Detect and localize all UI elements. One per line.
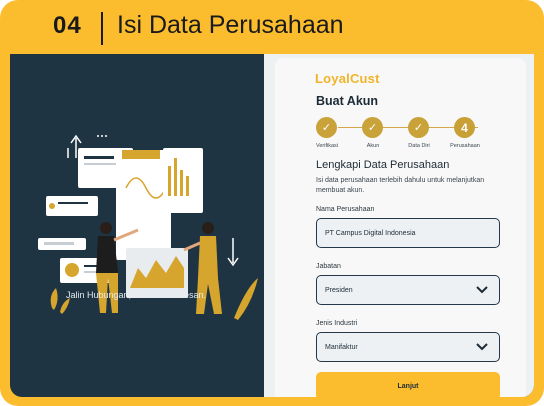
step-perusahaan-label: Perusahaan xyxy=(450,143,480,149)
industry-value: Manifaktur xyxy=(325,343,358,351)
header-divider xyxy=(101,12,103,45)
section-title: Lengkapi Data Perusahaan xyxy=(316,159,450,171)
step-akun-label: Akun xyxy=(366,143,380,149)
tagline: Jalin Hubungan, Raih Kesuksesan. xyxy=(65,290,207,300)
chevron-down-icon xyxy=(476,343,488,351)
industry-select[interactable]: Manifaktur xyxy=(316,332,500,362)
company-name-label: Nama Perusahaan xyxy=(316,206,375,213)
app-window: Jalin Hubungan, Raih Kesuksesan. LoyalCu… xyxy=(10,54,534,397)
section-description: Isi data perusahaan terlebih dahulu untu… xyxy=(316,177,485,194)
signup-stepper: ✓ Verifikasi ✓ Akun ✓ Data Diri 4 Perusa… xyxy=(316,117,506,153)
step-number: 04 xyxy=(53,12,82,39)
company-name-value: PT Campus Digital Indonesia xyxy=(325,229,416,237)
card-title: Buat Akun xyxy=(316,94,379,108)
signup-card: LoyalCust Buat Akun ✓ Verifikasi ✓ Akun … xyxy=(275,58,526,397)
brand-logo: LoyalCust xyxy=(315,71,380,86)
position-label: Jabatan xyxy=(316,263,341,270)
submit-button[interactable]: Lanjut xyxy=(316,372,500,397)
step-title: Isi Data Perusahaan xyxy=(117,11,344,39)
chevron-down-icon xyxy=(476,286,488,294)
step-perusahaan-number: 4 xyxy=(454,117,475,138)
step-verifikasi-label: Verifikasi xyxy=(315,143,338,149)
step-data-diri-icon: ✓ xyxy=(408,117,429,138)
company-name-input[interactable]: PT Campus Digital Indonesia xyxy=(316,218,500,248)
industry-label: Jenis Industri xyxy=(316,320,358,327)
position-select[interactable]: Presiden xyxy=(316,275,500,305)
tutorial-frame: 04 Isi Data Perusahaan Jalin Hubungan, R… xyxy=(0,0,544,406)
position-value: Presiden xyxy=(325,286,353,294)
step-header: 04 Isi Data Perusahaan xyxy=(0,0,544,54)
step-akun-icon: ✓ xyxy=(362,117,383,138)
step-verifikasi-icon: ✓ xyxy=(316,117,337,138)
step-data-diri-label: Data Diri xyxy=(408,143,430,149)
